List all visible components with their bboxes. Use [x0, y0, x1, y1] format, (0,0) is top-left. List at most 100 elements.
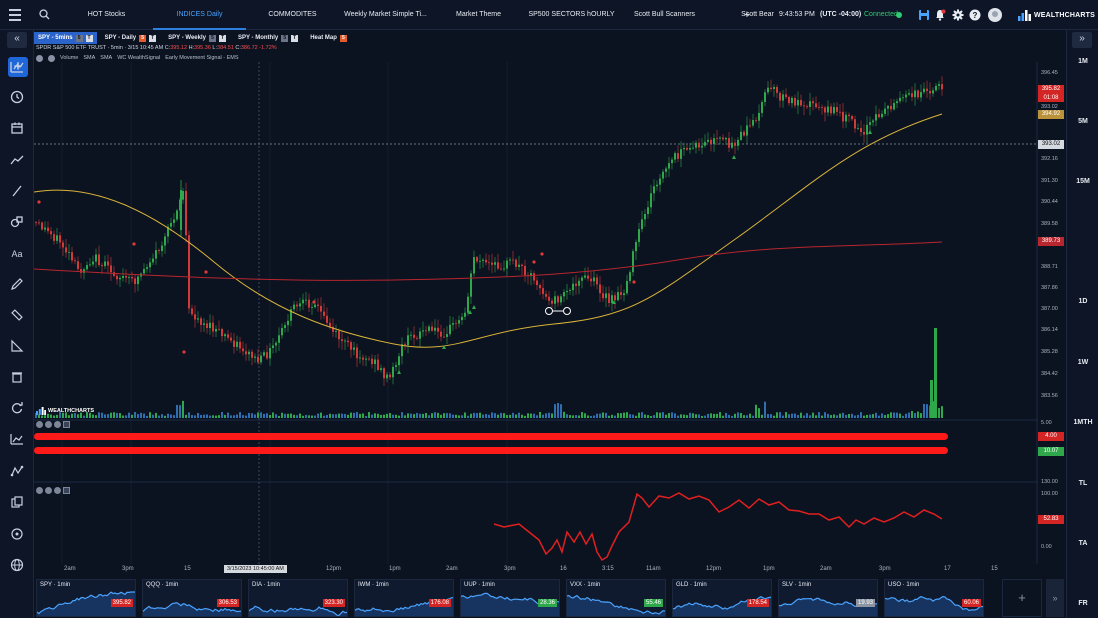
mini-chart[interactable]: USO · 1min 60.06 — [884, 579, 984, 617]
text-icon[interactable]: Aa — [9, 245, 25, 261]
signal-marker — [132, 242, 136, 246]
expand-icon[interactable] — [63, 421, 70, 428]
chart-tab-badge[interactable]: 5 — [139, 34, 147, 42]
mini-chart[interactable]: IWM · 1min 176.08 — [354, 579, 454, 617]
timeframe-button[interactable]: 1M — [1067, 58, 1098, 65]
trash-icon[interactable] — [9, 369, 25, 385]
timeframe-button[interactable]: TL — [1067, 480, 1098, 487]
save-icon[interactable] — [918, 9, 930, 21]
chart-style-icon[interactable] — [9, 59, 25, 75]
ruler-icon[interactable] — [9, 307, 25, 323]
pencil-icon[interactable] — [9, 276, 25, 292]
chart-tab[interactable]: SPY - 5mins 5 T — [34, 32, 97, 44]
more-mini-charts-button[interactable]: » — [1046, 579, 1064, 617]
signal-marker — [632, 280, 636, 284]
time-axis-label: 15 — [184, 566, 191, 572]
mini-chart[interactable]: GLD · 1min 178.54 — [672, 579, 772, 617]
study-label[interactable]: SMA — [83, 55, 95, 61]
candle-body — [473, 257, 475, 274]
candle-body — [842, 111, 844, 122]
settings-icon[interactable] — [36, 487, 43, 494]
mini-chart-title: SPY · 1min — [40, 582, 71, 588]
target-icon[interactable] — [9, 526, 25, 542]
timeframe-button[interactable]: FR — [1067, 600, 1098, 607]
workspace-tab[interactable]: HOT Stocks — [60, 0, 153, 30]
candle-body — [89, 264, 91, 266]
settings-icon[interactable] — [36, 421, 43, 428]
pattern-icon[interactable] — [9, 463, 25, 479]
bell-icon[interactable] — [934, 9, 946, 21]
volume-bar — [269, 415, 271, 418]
workspace-tab[interactable]: Weekly Market Simple Ti... — [339, 0, 432, 30]
chart-tab-badge[interactable]: 5 — [208, 34, 216, 42]
add-mini-chart-button[interactable]: + — [1002, 579, 1042, 617]
close-icon[interactable] — [54, 487, 61, 494]
chart-tab-badge[interactable]: 5 — [75, 34, 83, 42]
visibility-icon[interactable] — [45, 421, 52, 428]
mini-chart[interactable]: DIA · 1min 323.30 — [248, 579, 348, 617]
globe-icon[interactable] — [9, 557, 25, 573]
menu-icon[interactable] — [0, 0, 30, 30]
workspace-tab[interactable]: COMMODITES — [246, 0, 339, 30]
study-label[interactable]: Early Movement Signal - EMS — [165, 55, 238, 61]
study-label[interactable]: SMA — [100, 55, 112, 61]
visibility-icon[interactable] — [45, 487, 52, 494]
collapse-right-button[interactable]: » — [1072, 32, 1092, 48]
candle-body — [815, 103, 817, 108]
mini-chart[interactable]: SLV · 1min 19.93 — [778, 579, 878, 617]
timeframe-button[interactable]: 1MTH — [1067, 419, 1098, 426]
visibility-icon[interactable] — [48, 54, 55, 62]
user-avatar[interactable] — [988, 8, 1002, 22]
close-icon[interactable] — [54, 421, 61, 428]
chart-tab-badge[interactable]: T — [291, 34, 299, 42]
expand-icon[interactable] — [63, 487, 70, 494]
volume-bar — [671, 412, 673, 418]
workspace-tab[interactable]: Scott Bull Scanners — [618, 0, 711, 30]
line-icon[interactable] — [9, 183, 25, 199]
timeframe-button[interactable]: 5M — [1067, 118, 1098, 125]
timeframe-button[interactable]: 1W — [1067, 359, 1098, 366]
chart-tab-badge[interactable]: T — [218, 34, 226, 42]
timeframe-button[interactable]: 1D — [1067, 298, 1098, 305]
timeframe-button[interactable]: 15M — [1067, 178, 1098, 185]
chart-tab-badge[interactable]: T — [85, 34, 93, 42]
mini-chart[interactable]: QQQ · 1min 306.53 — [142, 579, 242, 617]
workspace-tab[interactable]: INDICES Daily — [153, 0, 246, 30]
trend-icon[interactable] — [9, 152, 25, 168]
workspace-tab[interactable]: SP500 SECTORS hOURLY — [525, 0, 618, 30]
add-tab-button[interactable]: + — [740, 0, 754, 30]
clock-icon[interactable] — [9, 89, 25, 105]
candle-body — [500, 268, 502, 270]
volume-bar — [773, 415, 775, 418]
measure-icon[interactable] — [9, 338, 25, 354]
refresh-icon[interactable] — [9, 400, 25, 416]
collapse-left-button[interactable]: « — [7, 32, 27, 48]
chart-tab-badge[interactable]: 5 — [339, 34, 347, 42]
search-icon[interactable] — [30, 0, 58, 30]
chart-tab-badge[interactable]: 5 — [281, 34, 289, 42]
chart-tab-badge[interactable]: T — [149, 34, 157, 42]
mini-chart[interactable]: SPY · 1min 395.82 — [36, 579, 136, 617]
chart-tab[interactable]: Heat Map 5 — [306, 32, 351, 44]
volume-bar — [497, 414, 499, 418]
study-label[interactable]: WC WealthSignal — [117, 55, 160, 61]
chart-tab[interactable]: SPY - Daily 5 T — [101, 32, 161, 44]
calendar-icon[interactable] — [9, 120, 25, 136]
chart-tab[interactable]: SPY - Weekly 5 T — [164, 32, 230, 44]
price-chart[interactable] — [34, 62, 1038, 564]
help-icon[interactable]: ? — [969, 9, 981, 21]
mini-chart[interactable]: UUP · 1min 28.36 — [460, 579, 560, 617]
time-axis-label: 12pm — [706, 566, 722, 572]
copy-icon[interactable] — [9, 494, 25, 510]
chart-tab[interactable]: SPY - Monthly 5 T — [234, 32, 302, 44]
workspace-tab[interactable]: Market Theme — [432, 0, 525, 30]
gear-icon[interactable] — [952, 9, 964, 21]
settings-icon[interactable] — [36, 54, 43, 62]
mini-chart[interactable]: VXX · 1min 55.46 — [566, 579, 666, 617]
shapes-icon[interactable] — [9, 214, 25, 230]
timeframe-button[interactable]: TA — [1067, 540, 1098, 547]
study-label[interactable]: Volume — [60, 55, 78, 61]
indicator-icon[interactable] — [9, 431, 25, 447]
price-axis-label: 387.86 — [1041, 285, 1058, 291]
timezone[interactable]: (UTC -04:00) — [820, 0, 861, 30]
